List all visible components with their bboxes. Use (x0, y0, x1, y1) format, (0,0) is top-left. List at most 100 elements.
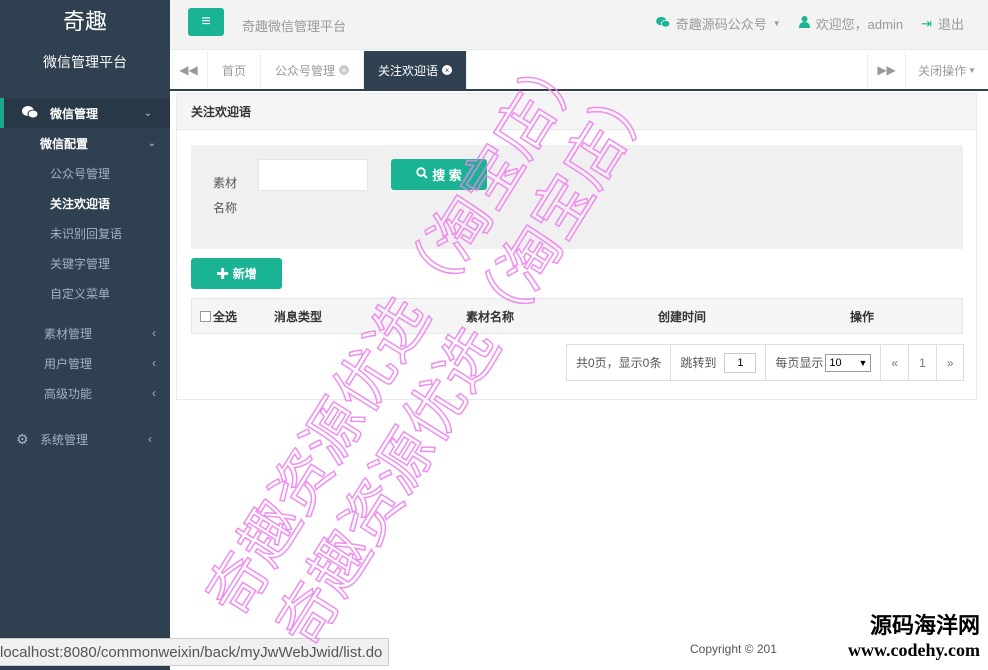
sidebar-item-material[interactable]: 素材管理 ‹ (0, 318, 170, 348)
close-operations-label: 关闭操作 (918, 63, 967, 78)
sidebar-item-advanced[interactable]: 高级功能 ‹ (0, 378, 170, 408)
sidebar-item-keywords[interactable]: 关键字管理 (0, 248, 170, 278)
sidebar-item-label: 系统管理 (40, 432, 89, 447)
brand-subtitle: 微信管理平台 (43, 54, 127, 70)
logout-icon: ⇥ (921, 15, 932, 31)
top-header: ≡ 奇趣微信管理平台 奇趣源码公众号 ▼ 欢迎您，admin ⇥ 退出 (170, 0, 988, 50)
chevron-down-icon: ⌄ (143, 107, 152, 119)
search-button[interactable]: 搜 索 (391, 159, 487, 190)
copyright: Copyright © 201 (690, 642, 777, 656)
account-menu-label: 奇趣源码公众号 (675, 17, 767, 32)
page-number[interactable]: 1 (908, 344, 937, 381)
tab-label: 公众号管理 (275, 63, 336, 78)
per-page: 每页显示 10 ▼ (765, 344, 882, 381)
close-operations-menu[interactable]: 关闭操作 ▼ (905, 51, 988, 89)
browser-status-url: localhost:8080/commonweixin/back/myJwWeb… (0, 638, 390, 666)
select-all-label: 全选 (213, 309, 238, 324)
tab-label: 首页 (222, 63, 247, 78)
backward-icon: ◀◀ (179, 63, 198, 77)
header-actions: 奇趣源码公众号 ▼ 欢迎您，admin ⇥ 退出 (655, 14, 964, 33)
chevron-down-icon: ⌄ (147, 137, 156, 149)
sidebar: 奇趣 微信管理平台 微信管理 ⌄ 微信配置 ⌄ 公众号管理 关注欢迎语 未识别回… (0, 0, 170, 670)
search-label-name: 名称 (213, 201, 238, 215)
select-all-cell: 全选 (192, 308, 274, 325)
bars-icon: ≡ (201, 13, 211, 30)
search-icon (416, 167, 428, 182)
platform-title: 奇趣微信管理平台 (242, 19, 347, 34)
sidebar-item-label: 高级功能 (44, 386, 93, 401)
sidebar-item-unrecognized-reply[interactable]: 未识别回复语 (0, 218, 170, 248)
menu-toggle-button[interactable]: ≡ (188, 8, 224, 36)
logout-label: 退出 (937, 17, 964, 32)
table-header: 全选 消息类型 素材名称 创建时间 操作 (191, 298, 963, 334)
wechat-icon (655, 16, 671, 31)
panel-title: 关注欢迎语 (177, 94, 976, 130)
chevron-left-icon: ‹ (148, 432, 152, 446)
sidebar-item-welcome[interactable]: 关注欢迎语 (0, 188, 170, 218)
search-form: 素材 名称 搜 索 (191, 145, 963, 249)
chevron-left-icon: ‹ (152, 326, 156, 340)
site-watermark: 源码海洋网 www.codehy.com (848, 612, 980, 661)
wechat-icon (22, 105, 42, 122)
tabs-spacer (467, 51, 867, 89)
material-name-input[interactable] (258, 159, 368, 191)
nav-subgroup-label: 微信配置 (40, 136, 89, 151)
per-page-label: 每页显示 (775, 356, 824, 370)
per-page-select[interactable]: 10 ▼ (825, 353, 872, 372)
sidebar-item-label: 用户管理 (44, 356, 93, 371)
chevron-left-icon: ‹ (152, 386, 156, 400)
tabs-scroll-left-button[interactable]: ◀◀ (170, 51, 208, 89)
caret-down-icon: ▼ (772, 19, 781, 28)
page-tabs: ◀◀ 首页 公众号管理 × 关注欢迎语 × ▶▶ 关闭操作 ▼ (170, 51, 988, 91)
site-watermark-url: www.codehy.com (848, 640, 980, 660)
column-header[interactable]: 消息类型 (274, 308, 466, 325)
logout-button[interactable]: ⇥ 退出 (921, 14, 964, 33)
pagination-summary: 共0页，显示0条 (566, 344, 672, 381)
caret-down-icon: ▼ (968, 65, 976, 75)
tab-welcome[interactable]: 关注欢迎语 × (364, 51, 468, 89)
tabs-scroll-right-button[interactable]: ▶▶ (867, 51, 905, 89)
chevron-left-icon: ‹ (152, 356, 156, 370)
sidebar-item-label: 素材管理 (44, 326, 93, 341)
jump-page-input[interactable] (724, 352, 757, 373)
nav-group-wechat[interactable]: 微信管理 ⌄ (0, 98, 170, 128)
forward-icon: ▶▶ (877, 63, 896, 77)
sidebar-item-system[interactable]: ⚙ 系统管理 ‹ (0, 424, 170, 454)
column-header: 操作 (850, 309, 875, 324)
gear-icon: ⚙ (16, 430, 29, 447)
nav-group-label: 微信管理 (50, 106, 99, 121)
column-header[interactable]: 素材名称 (466, 308, 658, 325)
prev-page-button[interactable]: « (880, 344, 910, 381)
tab-label: 关注欢迎语 (378, 63, 439, 78)
nav-subgroup-config[interactable]: 微信配置 ⌄ (0, 128, 170, 158)
sidebar-item-users[interactable]: 用户管理 ‹ (0, 348, 170, 378)
close-icon[interactable]: × (339, 65, 350, 75)
user-icon (798, 16, 810, 31)
sidebar-item-custom-menu[interactable]: 自定义菜单 (0, 278, 170, 308)
jump-label: 跳转到 (680, 356, 717, 370)
account-menu[interactable]: 奇趣源码公众号 ▼ (655, 14, 781, 33)
caret-down-icon: ▼ (858, 357, 868, 368)
plus-icon: ✚ (216, 265, 229, 283)
tab-accounts[interactable]: 公众号管理 × (261, 51, 365, 89)
search-button-label: 搜 索 (432, 168, 462, 183)
brand-name: 奇趣 (62, 9, 107, 34)
sidebar-nav: 微信管理 ⌄ 微信配置 ⌄ 公众号管理 关注欢迎语 未识别回复语 关键字管理 自… (0, 98, 170, 454)
select-all-checkbox[interactable] (200, 310, 211, 322)
column-header[interactable]: 创建时间 (658, 308, 850, 325)
jump-to-page: 跳转到 (670, 344, 767, 381)
brand: 奇趣 微信管理平台 (0, 0, 170, 72)
close-icon[interactable]: × (442, 65, 453, 75)
site-watermark-name: 源码海洋网 (869, 613, 980, 638)
add-button-label: 新增 (232, 267, 257, 281)
pagination: 共0页，显示0条 跳转到 每页显示 10 ▼ « 1 » (566, 344, 965, 381)
welcome-user[interactable]: 欢迎您，admin (798, 14, 904, 33)
next-page-button[interactable]: » (935, 344, 965, 381)
content-panel: 关注欢迎语 素材 名称 搜 索 ✚ 新增 全选 消息类型 素材名称 创建时间 操… (176, 93, 977, 400)
welcome-text: 欢迎您，admin (815, 17, 904, 32)
add-button[interactable]: ✚ 新增 (191, 258, 282, 289)
sidebar-item-accounts[interactable]: 公众号管理 (0, 158, 170, 188)
search-label-material: 素材 (213, 176, 238, 190)
per-page-value: 10 (829, 356, 842, 369)
tab-home[interactable]: 首页 (208, 51, 262, 89)
